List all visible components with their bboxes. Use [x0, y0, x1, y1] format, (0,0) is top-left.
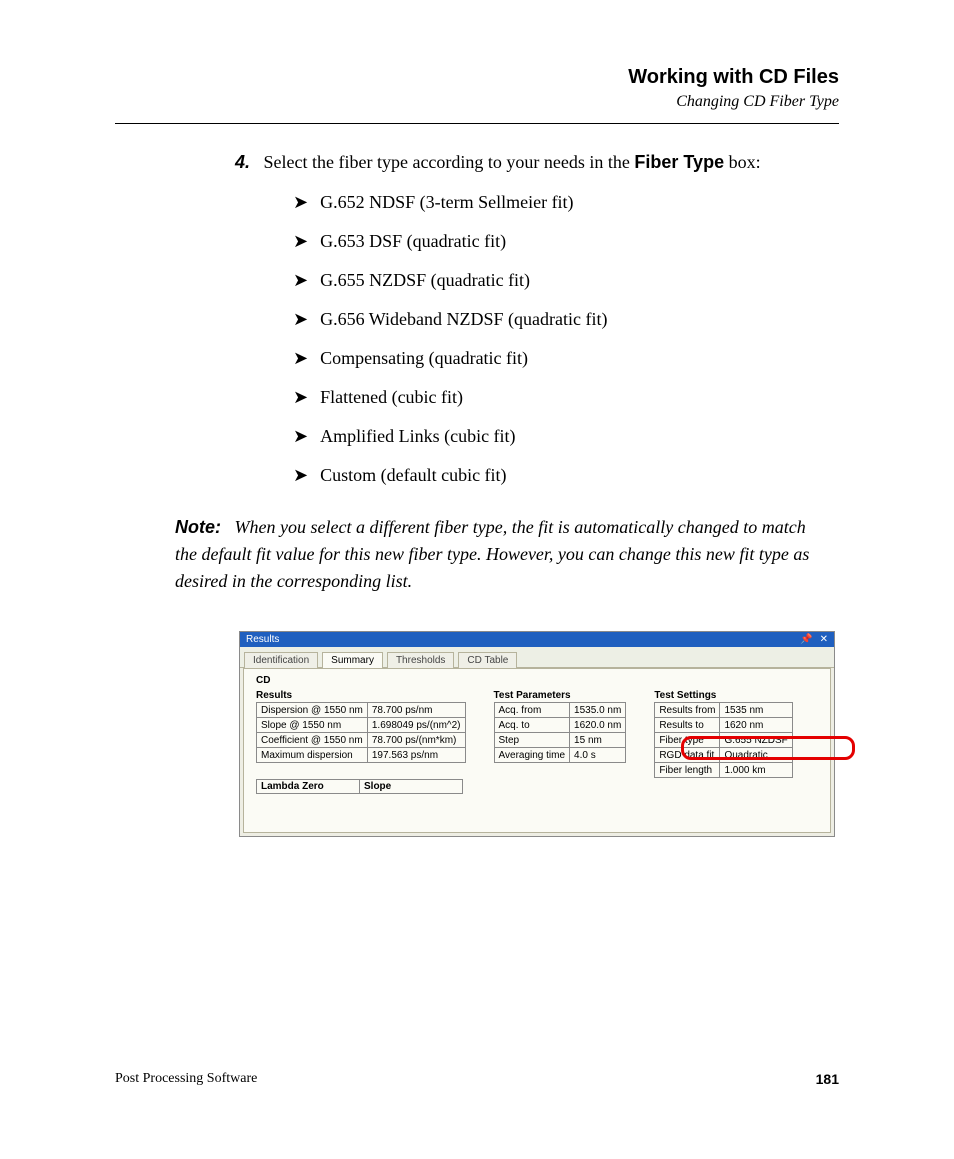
results-column: Results Dispersion @ 1550 nm78.700 ps/nm…: [256, 690, 466, 794]
panel-titlebar: Results 📌 ✕: [240, 632, 834, 647]
panel-body[interactable]: CD Results Dispersion @ 1550 nm78.700 ps…: [243, 668, 831, 833]
note-label: Note:: [175, 517, 221, 537]
page-footer: Post Processing Software 181: [115, 1071, 839, 1087]
page-header-subtitle: Changing CD Fiber Type: [115, 93, 839, 111]
list-item: G.656 Wideband NZDSF (quadratic fit): [293, 309, 839, 330]
table-row: Acq. to1620.0 nm: [494, 718, 626, 733]
step-4: 4. Select the fiber type according to yo…: [235, 150, 839, 174]
footer-product: Post Processing Software: [115, 1071, 257, 1087]
note-block: Note: When you select a different fiber …: [175, 514, 839, 595]
table-row: Step15 nm: [494, 733, 626, 748]
list-item: Amplified Links (cubic fit): [293, 426, 839, 447]
tab-identification[interactable]: Identification: [244, 652, 318, 668]
table-row: Averaging time4.0 s: [494, 748, 626, 763]
table-row: Fiber typeG.655 NZDSF: [655, 733, 792, 748]
table-row: Coefficient @ 1550 nm78.700 ps/(nm*km): [257, 733, 466, 748]
table-row: Maximum dispersion197.563 ps/nm: [257, 748, 466, 763]
results-panel: Results 📌 ✕ Identification Summary Thres…: [239, 631, 835, 837]
lambda-table: Lambda ZeroSlope: [256, 779, 463, 794]
test-params-column: Test Parameters Acq. from1535.0 nm Acq. …: [494, 690, 627, 763]
step-text-post: box:: [724, 152, 761, 172]
table-row: Acq. from1535.0 nm: [494, 703, 626, 718]
table-row: Results to1620 nm: [655, 718, 792, 733]
panel-tabs: Identification Summary Thresholds CD Tab…: [240, 647, 834, 668]
table-row: Slope @ 1550 nm1.698049 ps/(nm^2): [257, 718, 466, 733]
results-table: Dispersion @ 1550 nm78.700 ps/nm Slope @…: [256, 702, 466, 763]
list-item: G.653 DSF (quadratic fit): [293, 231, 839, 252]
list-item: Compensating (quadratic fit): [293, 348, 839, 369]
tab-summary[interactable]: Summary: [322, 652, 383, 668]
list-item: Flattened (cubic fit): [293, 387, 839, 408]
page-header-title: Working with CD Files: [115, 66, 839, 89]
step-text-bold: Fiber Type: [634, 152, 724, 172]
note-body: When you select a different fiber type, …: [175, 517, 809, 591]
panel-title: Results: [246, 634, 279, 645]
test-settings-table: Results from1535 nm Results to1620 nm Fi…: [654, 702, 792, 778]
results-heading: Results: [256, 690, 466, 701]
tab-cd-table[interactable]: CD Table: [458, 652, 517, 668]
footer-page-number: 181: [816, 1071, 839, 1087]
test-params-heading: Test Parameters: [494, 690, 627, 701]
tab-thresholds[interactable]: Thresholds: [387, 652, 454, 668]
list-item: Custom (default cubic fit): [293, 465, 839, 486]
pin-icon[interactable]: 📌: [800, 634, 812, 645]
list-item: G.652 NDSF (3-term Sellmeier fit): [293, 192, 839, 213]
step-text-pre: Select the fiber type according to your …: [264, 152, 635, 172]
fiber-type-list: G.652 NDSF (3-term Sellmeier fit) G.653 …: [293, 192, 839, 486]
table-row: Fiber length1.000 km: [655, 763, 792, 778]
table-row: Dispersion @ 1550 nm78.700 ps/nm: [257, 703, 466, 718]
table-row: Results from1535 nm: [655, 703, 792, 718]
list-item: G.655 NZDSF (quadratic fit): [293, 270, 839, 291]
step-number: 4.: [235, 152, 250, 172]
table-row: RGD data fitQuadratic: [655, 748, 792, 763]
close-icon[interactable]: ✕: [820, 634, 828, 645]
test-settings-column: Test Settings Results from1535 nm Result…: [654, 690, 792, 778]
test-settings-heading: Test Settings: [654, 690, 792, 701]
section-cd-label: CD: [256, 675, 831, 686]
test-params-table: Acq. from1535.0 nm Acq. to1620.0 nm Step…: [494, 702, 627, 763]
header-rule: [115, 123, 839, 124]
